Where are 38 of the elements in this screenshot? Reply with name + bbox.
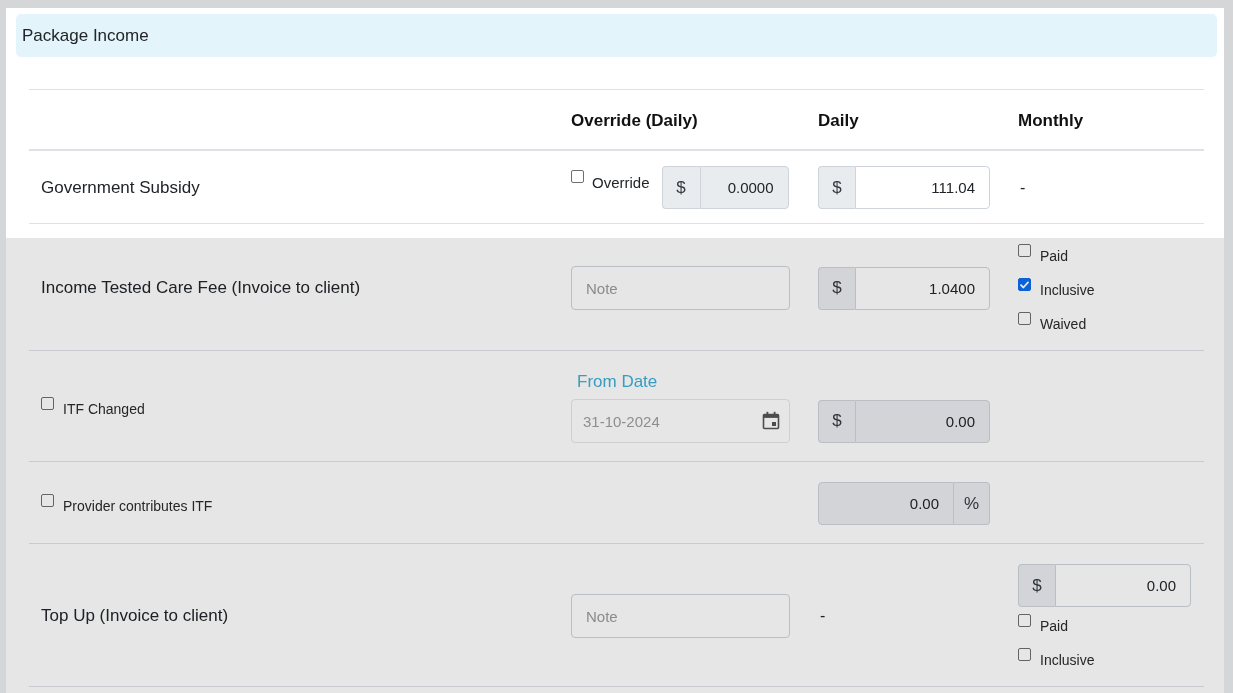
amount-input[interactable]: 1.0400 [855, 266, 990, 310]
currency-addon: $ [818, 266, 855, 310]
checkbox[interactable] [41, 397, 54, 410]
checkbox[interactable] [1018, 648, 1031, 661]
calendar-icon[interactable] [762, 411, 780, 430]
column-header: Monthly [1018, 111, 1084, 131]
empty-value: - [1019, 178, 1026, 197]
note-input[interactable]: Note [571, 266, 790, 310]
checkbox[interactable] [1018, 278, 1031, 291]
currency-addon: $ [818, 166, 855, 209]
row-label: Government Subsidy [41, 176, 200, 199]
checkbox-label: Paid [1040, 248, 1069, 265]
column-header: Override (Daily) [571, 111, 698, 131]
checkbox-label: ITF Changed [63, 401, 145, 418]
note-input[interactable]: Note [571, 594, 790, 638]
checkbox[interactable] [1018, 312, 1031, 325]
checkbox-label: Provider contributes ITF [63, 497, 213, 515]
amount-input[interactable]: 0.00 [1055, 564, 1191, 607]
currency-addon: $ [1018, 564, 1055, 607]
currency-addon: $ [661, 166, 700, 209]
checkbox-label: Paid [1040, 618, 1069, 635]
checkbox[interactable] [41, 493, 54, 507]
section-title: Package Income [22, 25, 149, 46]
checkbox[interactable] [1018, 614, 1031, 627]
empty-value: - [819, 607, 826, 625]
row-label: Income Tested Care Fee (Invoice to client) [41, 277, 361, 299]
checkmark-icon [1020, 280, 1029, 289]
checkbox-label: Override [592, 173, 650, 193]
checkbox-label: Inclusive [1040, 652, 1095, 669]
percent-addon: % [954, 482, 990, 525]
amount-input[interactable]: 111.04 [855, 166, 990, 209]
currency-addon: $ [818, 399, 855, 443]
checkbox[interactable] [1018, 244, 1031, 257]
checkbox-label: Waived [1040, 316, 1087, 333]
row-label: Top Up (Invoice to client) [41, 605, 229, 627]
field-label: From Date [577, 371, 658, 393]
checkbox-label: Inclusive [1040, 282, 1095, 299]
column-header: Daily [818, 111, 859, 131]
